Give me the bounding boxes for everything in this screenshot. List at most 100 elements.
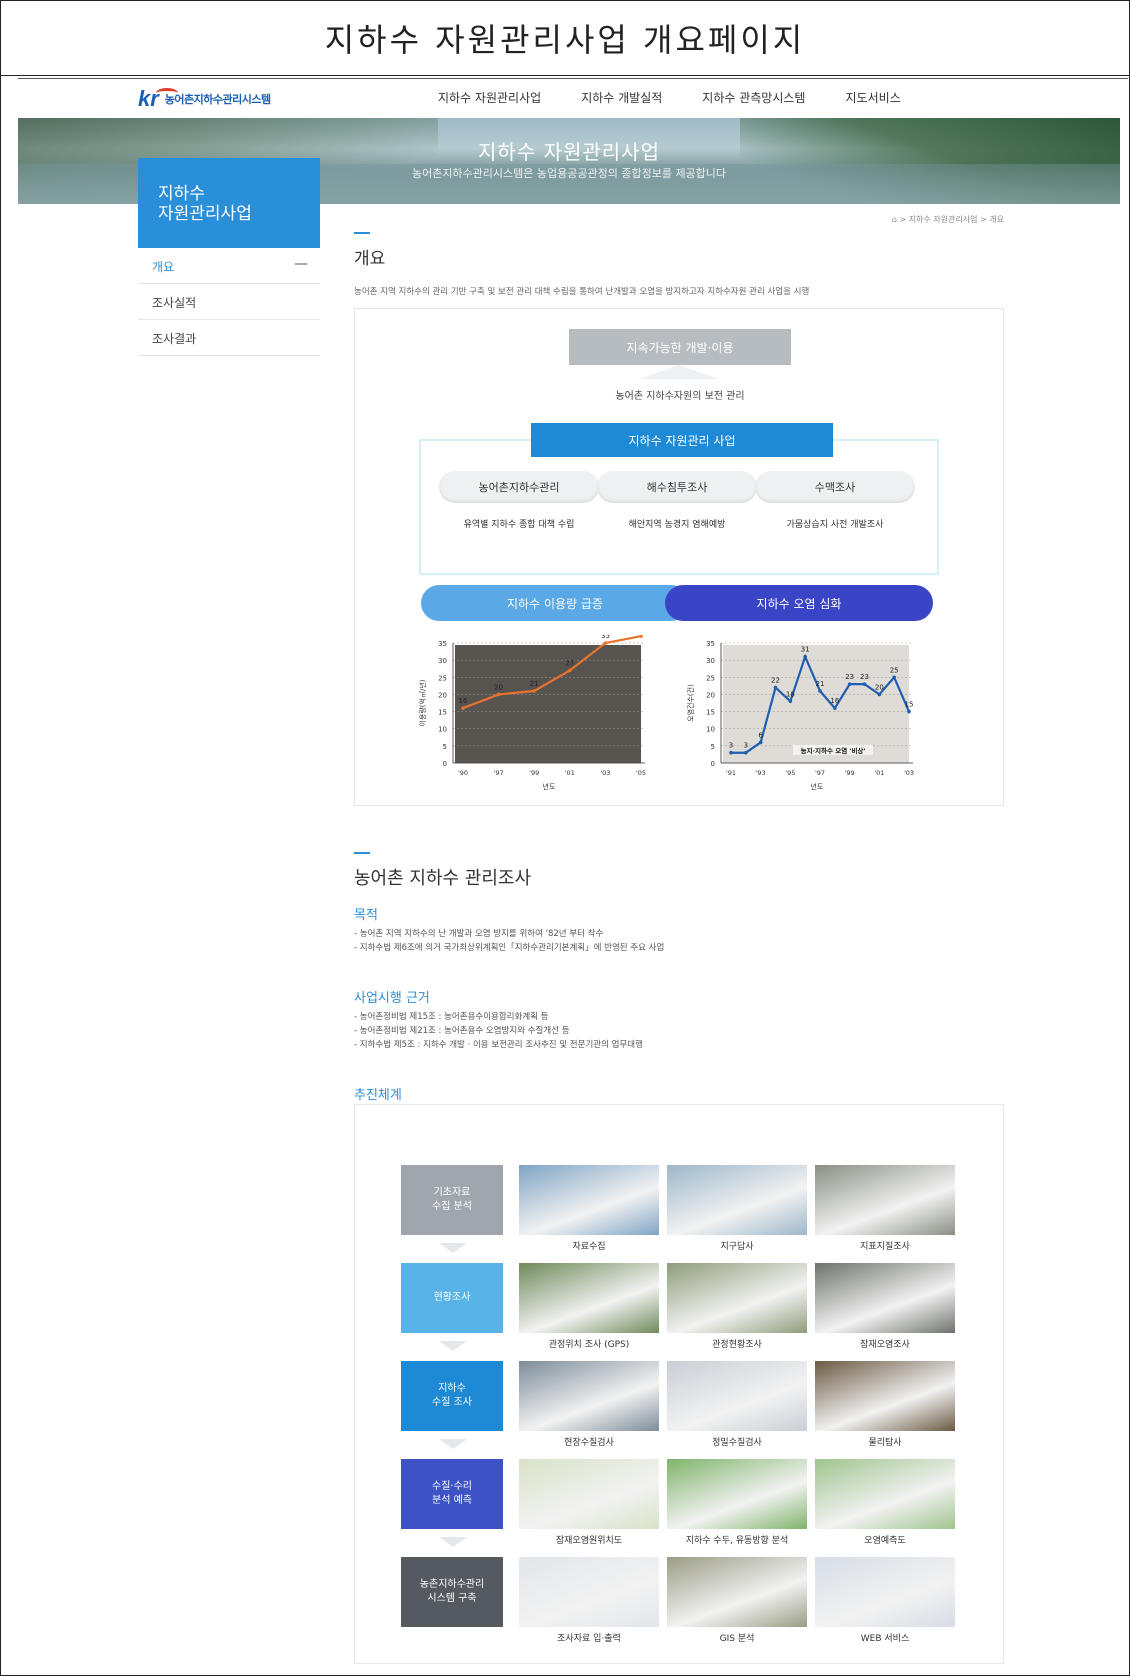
basis-item: - 농어촌정비법 제21조 : 농어촌용수 오염방지와 수질개선 등: [354, 1026, 570, 1036]
y-tick-label: 15: [706, 709, 715, 717]
flow-step: 농촌지하수관리 시스템 구축: [401, 1557, 503, 1627]
collapse-icon[interactable]: —: [294, 256, 308, 272]
diagram-program-title: 지하수 자원관리 사업: [531, 423, 833, 457]
overview-diagram: 지속가능한 개발·이용 농어촌 지하수자원의 보전 관리 지하수 자원관리 사업…: [354, 308, 1004, 806]
data-point: [568, 668, 572, 673]
x-tick-label: '03: [904, 769, 914, 777]
flow-photo-caption: 관정현황조사: [712, 1340, 762, 1350]
data-point: [773, 685, 778, 690]
flow-photo-caption: 잠재오염원위치도: [555, 1536, 623, 1546]
flow-step-label: 분석 예측: [432, 1495, 472, 1506]
flow-photo: [667, 1263, 807, 1333]
pollution-chart: 0 5 10 15 20 25 30 35 '91 '93 '95 '97 '99 '01 '03 3 3 6 22…: [683, 635, 933, 795]
data-point: [892, 675, 896, 680]
pill-caption: 유역별 지하수 종합 대책 수립: [463, 520, 575, 530]
data-point: [847, 682, 852, 686]
site-header: kr 농어촌지하수관리시스템 지하수 자원관리사업 지하수 개발실적 지하수 관…: [18, 80, 1120, 118]
x-tick-label: '01: [565, 769, 575, 777]
breadcrumb: ⌂ > 지하수 자원관리사업 > 개요: [892, 214, 1004, 225]
pill-caption: 해안지역 농경지 염해예방: [628, 520, 726, 530]
flow-step: 기초자료 수집 분석: [401, 1165, 503, 1235]
x-tick-label: '91: [726, 769, 736, 777]
flow-photo: [815, 1361, 955, 1431]
data-point: [788, 699, 793, 704]
data-label: 16: [459, 697, 468, 705]
data-label: 21: [530, 680, 539, 688]
nav-item-monitoring[interactable]: 지하수 관측망시스템: [702, 89, 805, 106]
data-label: 3: [729, 742, 733, 750]
y-tick-label: 30: [438, 657, 447, 665]
nav-item-development[interactable]: 지하수 개발실적: [581, 89, 662, 106]
usage-chart-svg: 0 5 10 15 20 25 30 35 '90 '97 '99 '01 '03 '05 16 20 21 27…: [418, 635, 646, 791]
x-tick-label: '99: [845, 769, 855, 777]
diagram-program-box: [419, 439, 939, 575]
sidebar-item-survey-outcomes[interactable]: 조사결과: [138, 320, 320, 356]
home-icon[interactable]: ⌂: [892, 215, 897, 224]
flow-step-label: 지하수: [438, 1383, 466, 1394]
basis-heading: 사업시행 근거: [354, 991, 430, 1006]
diagram-goal: 지속가능한 개발·이용: [569, 329, 791, 365]
flow-photo-caption: 관정위치 조사 (GPS): [548, 1340, 630, 1350]
x-tick-label: '03: [600, 769, 610, 777]
y-tick-label: 5: [443, 743, 447, 751]
y-tick-label: 25: [706, 674, 715, 682]
data-label: 3: [744, 742, 748, 750]
down-arrow-icon: [439, 1341, 467, 1351]
y-tick-label: 5: [711, 743, 715, 751]
pill-seawater-intrusion: 해수침투조사: [597, 471, 757, 503]
data-point: [907, 709, 911, 714]
sidebar-title-line2: 자원관리사업: [158, 204, 252, 224]
flow-photo-caption: GIS 분석: [719, 1634, 755, 1644]
flow-step-label: 시스템 구축: [427, 1593, 477, 1604]
flow-photo: [815, 1263, 955, 1333]
data-point: [877, 692, 882, 697]
pollution-chart-svg: 0 5 10 15 20 25 30 35 '91 '93 '95 '97 '99 '01 '03 3 3 6 22…: [686, 640, 914, 791]
nav-item-resource-management[interactable]: 지하수 자원관리사업: [438, 89, 541, 106]
flow-step-label: 기초자료: [433, 1187, 471, 1198]
pollution-pill: 지하수 오염 심화: [665, 585, 933, 621]
chart-background-photo: [455, 645, 641, 763]
x-tick-label: '99: [529, 769, 539, 777]
flow-photo-caption: 현장수질검사: [564, 1438, 614, 1448]
flow-photo: [519, 1361, 659, 1431]
flow-step: 지하수 수질 조사: [401, 1361, 503, 1431]
x-tick-label: '93: [756, 769, 766, 777]
nav-item-map-service[interactable]: 지도서비스: [845, 89, 900, 106]
divider: [18, 78, 1128, 79]
x-axis-label: 년도: [811, 782, 824, 791]
flow-step: 현황조사: [401, 1263, 503, 1333]
data-label: 20: [875, 683, 884, 691]
data-point: [729, 750, 733, 755]
newspaper-headline: 농지·지하수 오염 '비상': [801, 746, 866, 755]
down-arrow-icon: [439, 1537, 467, 1547]
site-logo[interactable]: kr 농어촌지하수관리시스템: [138, 86, 271, 112]
sidebar-item-survey-results[interactable]: 조사실적: [138, 284, 320, 320]
y-tick-label: 35: [438, 640, 447, 648]
x-tick-label: '05: [636, 769, 646, 777]
sidebar-item-label: 조사실적: [152, 296, 197, 310]
data-point: [496, 692, 501, 697]
data-label: 31: [801, 646, 810, 654]
section-marker: [354, 852, 370, 854]
data-point: [833, 706, 837, 710]
data-label: 25: [890, 666, 899, 674]
data-label: 20: [494, 683, 503, 691]
website-screenshot: kr 농어촌지하수관리시스템 지하수 자원관리사업 지하수 개발실적 지하수 관…: [18, 80, 1120, 1676]
sidebar-item-overview[interactable]: 개요 —: [138, 248, 320, 284]
flow-photo-caption: 지표지질조사: [860, 1242, 910, 1252]
data-label: 18: [786, 690, 795, 698]
main-nav: 지하수 자원관리사업 지하수 개발실적 지하수 관측망시스템 지도서비스: [438, 89, 941, 106]
data-point: [603, 641, 608, 645]
y-tick-label: 35: [706, 640, 715, 648]
flow-photo: [519, 1557, 659, 1627]
x-tick-label: '95: [785, 769, 795, 777]
survey-title: 농어촌 지하수 관리조사: [354, 868, 532, 889]
flow-photo: [667, 1165, 807, 1235]
data-label: 27: [565, 659, 574, 667]
up-arrow-icon: [639, 365, 719, 379]
flow-photo-caption: 자료수집: [572, 1242, 606, 1252]
flow-photo: [815, 1165, 955, 1235]
x-tick-label: '97: [494, 769, 504, 777]
data-point: [461, 706, 465, 710]
flow-photo: [815, 1557, 955, 1627]
